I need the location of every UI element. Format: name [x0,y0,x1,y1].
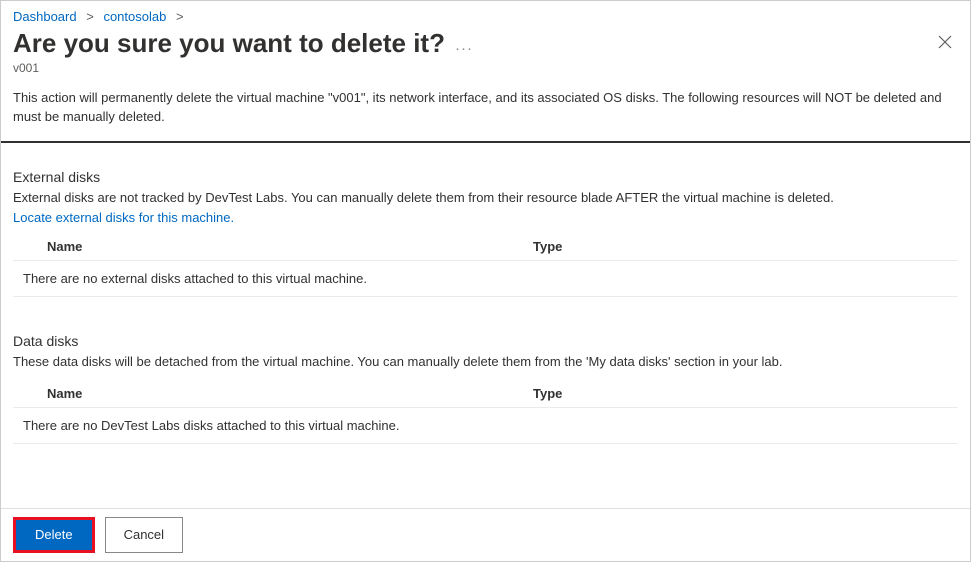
data-disks-heading: Data disks [13,333,958,349]
close-icon[interactable] [938,28,958,52]
resource-name: v001 [1,61,970,89]
external-disks-empty-row: There are no external disks attached to … [13,261,958,297]
footer-toolbar: Delete Cancel [1,508,970,561]
locate-external-disks-link[interactable]: Locate external disks for this machine. [13,210,234,225]
data-disks-empty-row: There are no DevTest Labs disks attached… [13,408,958,444]
data-disks-section: Data disks These data disks will be deta… [1,333,970,444]
column-name: Name [47,386,533,401]
delete-button-highlight: Delete [13,517,95,553]
header: Are you sure you want to delete it? ··· [1,24,970,59]
column-name: Name [47,239,533,254]
delete-confirmation-blade: Dashboard > contosolab > Are you sure yo… [0,0,971,562]
external-disks-heading: External disks [13,169,958,185]
divider [1,141,970,143]
table-header: Name Type [13,380,958,408]
delete-description: This action will permanently delete the … [1,89,970,141]
delete-button[interactable]: Delete [16,520,92,550]
data-disks-table: Name Type There are no DevTest Labs disk… [13,380,958,444]
more-actions-button[interactable]: ··· [455,40,473,57]
external-disks-desc: External disks are not tracked by DevTes… [13,189,958,208]
data-disks-desc: These data disks will be detached from t… [13,353,958,372]
page-title: Are you sure you want to delete it? [13,28,445,59]
breadcrumb-dashboard[interactable]: Dashboard [13,9,77,24]
cancel-button[interactable]: Cancel [105,517,183,553]
breadcrumb: Dashboard > contosolab > [1,1,970,24]
external-disks-section: External disks External disks are not tr… [1,169,970,297]
column-type: Type [533,386,958,401]
external-disks-table: Name Type There are no external disks at… [13,233,958,297]
column-type: Type [533,239,958,254]
table-header: Name Type [13,233,958,261]
breadcrumb-separator: > [176,9,184,24]
breadcrumb-contosolab[interactable]: contosolab [103,9,166,24]
breadcrumb-separator: > [86,9,94,24]
